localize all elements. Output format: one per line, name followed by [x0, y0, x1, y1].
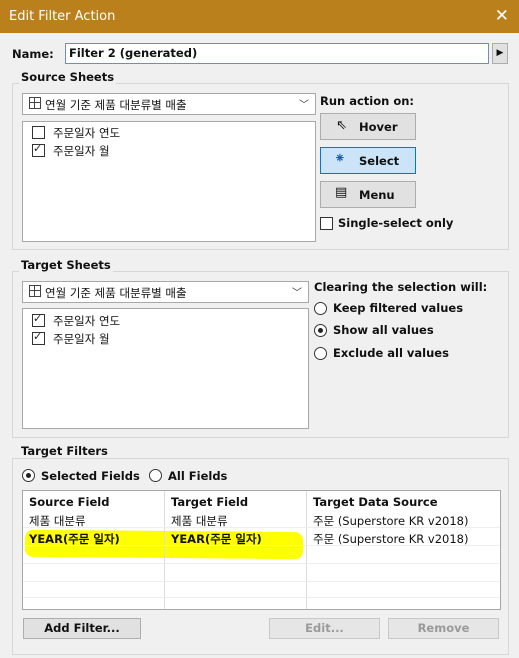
table-cell: 제품 대분류: [171, 514, 228, 528]
column-divider: [164, 491, 165, 609]
source-sheets-combo-value: 연월 기준 제품 대분류별 매출: [45, 98, 187, 112]
chevron-down-icon: ﹀: [292, 288, 302, 299]
column-header-target-field[interactable]: Target Field: [171, 495, 248, 509]
hover-button[interactable]: ⇖ Hover: [320, 113, 416, 140]
select-button-label: Select: [359, 154, 400, 168]
close-icon[interactable]: ✕: [495, 6, 509, 26]
row-divider: [23, 581, 500, 582]
click-pointer-icon: ⁕: [334, 151, 346, 167]
table-cell: 제품 대분류: [29, 514, 86, 528]
exclude-all-radio[interactable]: [314, 347, 327, 360]
menu-button-label: Menu: [359, 188, 395, 202]
target-sheets-combo[interactable]: 연월 기준 제품 대분류별 매출 ﹀: [22, 281, 309, 303]
pointer-icon: ⇖: [336, 118, 347, 133]
select-button[interactable]: ⁕ Select: [320, 147, 416, 174]
keep-filtered-radio[interactable]: [314, 302, 327, 315]
target-sheets-title: Target Sheets: [19, 258, 113, 272]
source-sheet-label: 주문일자 월: [53, 144, 110, 158]
all-fields-radio[interactable]: [149, 469, 162, 482]
menu-pointer-icon: ▤: [335, 185, 348, 200]
single-select-label: Single-select only: [338, 216, 454, 230]
target-sheets-list: 주문일자 연도 주문일자 월: [22, 308, 309, 429]
chevron-down-icon: ﹀: [299, 100, 309, 111]
target-sheet-checkbox[interactable]: [32, 312, 45, 327]
name-label: Name:: [12, 47, 54, 61]
name-input[interactable]: Filter 2 (generated): [65, 43, 489, 64]
selected-fields-label: Selected Fields: [41, 469, 140, 483]
dashboard-icon: [29, 285, 41, 297]
source-sheets-list: 주문일자 연도 주문일자 월: [22, 121, 316, 242]
table-cell: YEAR(주문 일자): [171, 532, 262, 546]
dashboard-icon: [29, 97, 41, 109]
name-input-value: Filter 2 (generated): [69, 46, 198, 60]
source-sheets-title: Source Sheets: [19, 70, 117, 84]
window-title: Edit Filter Action: [9, 9, 116, 24]
row-divider: [23, 563, 500, 564]
run-action-label: Run action on:: [320, 94, 415, 108]
title-bar: Edit Filter Action ✕: [0, 0, 519, 33]
source-sheets-combo[interactable]: 연월 기준 제품 대분류별 매출 ﹀: [22, 93, 316, 115]
source-sheet-label: 주문일자 연도: [53, 126, 121, 140]
column-header-target-data-source[interactable]: Target Data Source: [313, 495, 438, 509]
filter-fields-table[interactable]: Source Field Target Field Target Data So…: [22, 490, 501, 610]
source-sheet-checkbox[interactable]: [32, 126, 45, 139]
show-all-radio[interactable]: [314, 324, 327, 337]
clearing-label: Clearing the selection will:: [314, 280, 488, 294]
single-select-checkbox[interactable]: [320, 217, 333, 230]
show-all-label: Show all values: [333, 323, 434, 337]
target-sheet-label: 주문일자 월: [53, 332, 110, 346]
hover-button-label: Hover: [359, 120, 398, 134]
keep-filtered-label: Keep filtered values: [333, 301, 464, 315]
menu-button[interactable]: ▤ Menu: [320, 181, 416, 208]
selected-fields-radio[interactable]: [22, 469, 35, 482]
column-header-source-field[interactable]: Source Field: [29, 495, 109, 509]
exclude-all-label: Exclude all values: [333, 346, 449, 360]
row-divider: [23, 597, 500, 598]
target-filters-title: Target Filters: [19, 444, 110, 458]
all-fields-label: All Fields: [168, 469, 228, 483]
edit-button[interactable]: Edit...: [269, 618, 380, 639]
target-sheet-checkbox[interactable]: [32, 330, 45, 345]
column-divider: [306, 491, 307, 609]
add-filter-button[interactable]: Add Filter...: [23, 618, 141, 639]
source-sheet-checkbox[interactable]: [32, 142, 45, 157]
name-menu-arrow-icon[interactable]: ▶: [492, 43, 508, 64]
remove-button[interactable]: Remove: [388, 618, 499, 639]
table-cell: 주문 (Superstore KR v2018): [313, 514, 469, 528]
target-sheets-combo-value: 연월 기준 제품 대분류별 매출: [45, 286, 187, 300]
table-cell: 주문 (Superstore KR v2018): [313, 532, 469, 546]
target-sheet-label: 주문일자 연도: [53, 314, 121, 328]
table-cell: YEAR(주문 일자): [29, 532, 120, 546]
